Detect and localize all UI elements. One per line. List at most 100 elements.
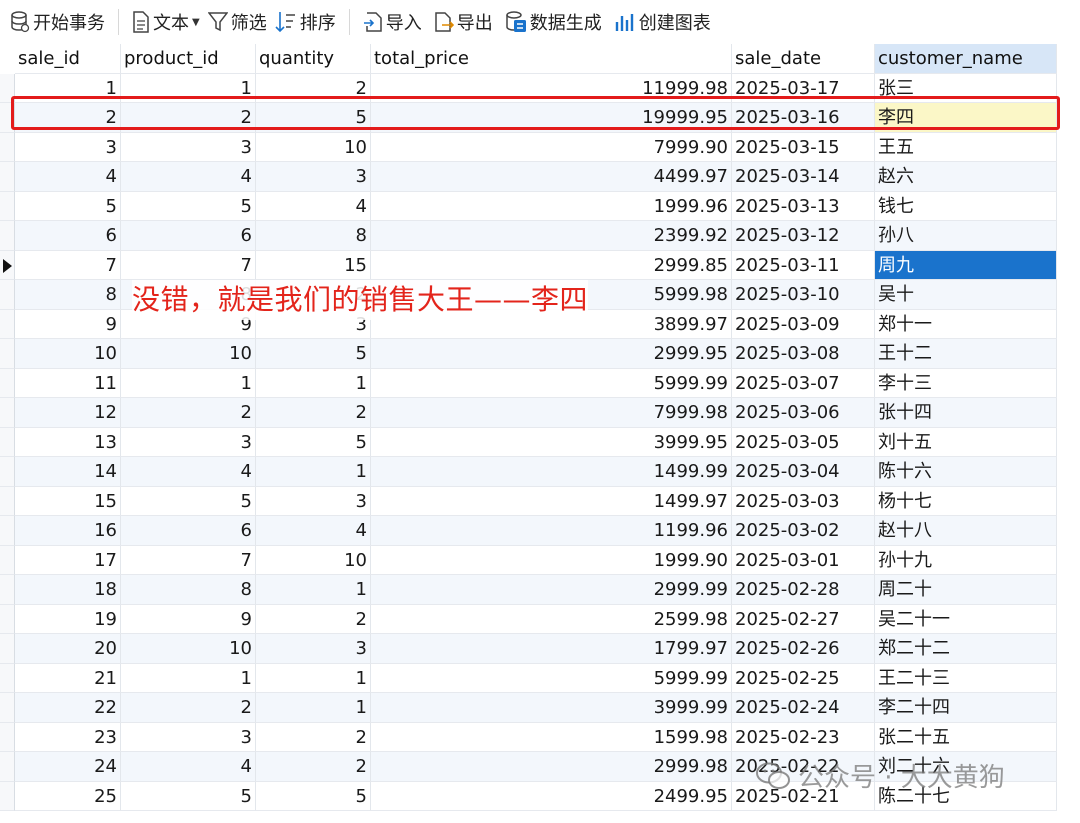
cell-sale-id[interactable]: 3	[15, 132, 121, 162]
cell-product-id[interactable]: 2	[121, 693, 256, 723]
cell-total-price[interactable]: 2599.98	[371, 604, 732, 634]
cell-sale-id[interactable]: 18	[15, 575, 121, 605]
begin-transaction-button[interactable]: 开始事务	[6, 6, 109, 38]
cell-sale-date[interactable]: 2025-02-22	[732, 752, 875, 782]
cell-quantity[interactable]: 1	[256, 457, 371, 487]
cell-product-id[interactable]: 5	[121, 486, 256, 516]
cell-product-id[interactable]: 8	[121, 575, 256, 605]
cell-customer-name[interactable]: 张三	[875, 73, 1057, 103]
cell-total-price[interactable]: 1999.90	[371, 545, 732, 575]
cell-customer-name[interactable]: 郑十一	[875, 309, 1057, 339]
column-header-product-id[interactable]: product_id	[121, 44, 256, 74]
row-selector[interactable]	[0, 132, 15, 162]
import-button[interactable]: 导入	[359, 6, 426, 38]
cell-quantity[interactable]: 1	[256, 693, 371, 723]
export-button[interactable]: 导出	[430, 6, 497, 38]
cell-sale-id[interactable]: 14	[15, 457, 121, 487]
cell-sale-date[interactable]: 2025-02-25	[732, 663, 875, 693]
cell-total-price[interactable]: 1499.99	[371, 457, 732, 487]
cell-sale-id[interactable]: 23	[15, 722, 121, 752]
cell-product-id[interactable]: 5	[121, 191, 256, 221]
cell-sale-id[interactable]: 2	[15, 103, 121, 133]
cell-sale-id[interactable]: 21	[15, 663, 121, 693]
cell-customer-name[interactable]: 孙十九	[875, 545, 1057, 575]
cell-quantity[interactable]: 2	[256, 752, 371, 782]
row-selector[interactable]	[0, 722, 15, 752]
generate-data-button[interactable]: 数据生成	[501, 6, 606, 38]
row-selector[interactable]	[0, 693, 15, 723]
cell-customer-name[interactable]: 陈十六	[875, 457, 1057, 487]
row-selector[interactable]	[0, 545, 15, 575]
cell-quantity[interactable]: 1	[256, 663, 371, 693]
row-selector[interactable]	[0, 457, 15, 487]
cell-sale-id[interactable]: 5	[15, 191, 121, 221]
cell-sale-id[interactable]: 20	[15, 634, 121, 664]
row-selector[interactable]	[0, 634, 15, 664]
cell-sale-id[interactable]: 8	[15, 280, 121, 310]
cell-total-price[interactable]: 3999.99	[371, 693, 732, 723]
row-selector[interactable]	[0, 368, 15, 398]
cell-sale-date[interactable]: 2025-03-09	[732, 309, 875, 339]
cell-sale-date[interactable]: 2025-02-27	[732, 604, 875, 634]
cell-product-id[interactable]: 10	[121, 634, 256, 664]
row-selector[interactable]	[0, 427, 15, 457]
cell-customer-name[interactable]: 吴二十一	[875, 604, 1057, 634]
cell-quantity[interactable]: 2	[256, 604, 371, 634]
cell-sale-id[interactable]: 6	[15, 221, 121, 251]
row-selector[interactable]	[0, 398, 15, 428]
cell-total-price[interactable]: 5999.99	[371, 663, 732, 693]
cell-sale-date[interactable]: 2025-02-21	[732, 781, 875, 811]
cell-total-price[interactable]: 2499.95	[371, 781, 732, 811]
cell-total-price[interactable]: 1999.96	[371, 191, 732, 221]
cell-product-id[interactable]: 1	[121, 663, 256, 693]
cell-sale-date[interactable]: 2025-03-07	[732, 368, 875, 398]
row-selector[interactable]	[0, 280, 15, 310]
cell-sale-id[interactable]: 15	[15, 486, 121, 516]
cell-product-id[interactable]: 4	[121, 457, 256, 487]
cell-customer-name[interactable]: 陈二十七	[875, 781, 1057, 811]
cell-customer-name[interactable]: 王十二	[875, 339, 1057, 369]
cell-customer-name[interactable]: 赵十八	[875, 516, 1057, 546]
row-selector[interactable]	[0, 191, 15, 221]
cell-total-price[interactable]: 2999.95	[371, 339, 732, 369]
cell-customer-name[interactable]: 王五	[875, 132, 1057, 162]
cell-customer-name[interactable]: 王二十三	[875, 663, 1057, 693]
cell-customer-name[interactable]: 李四	[875, 103, 1057, 133]
column-header-customer-name[interactable]: customer_name	[875, 44, 1057, 74]
cell-sale-date[interactable]: 2025-03-15	[732, 132, 875, 162]
cell-total-price[interactable]: 2999.99	[371, 575, 732, 605]
cell-product-id[interactable]: 5	[121, 781, 256, 811]
cell-sale-id[interactable]: 17	[15, 545, 121, 575]
cell-customer-name[interactable]: 孙八	[875, 221, 1057, 251]
cell-product-id[interactable]: 3	[121, 427, 256, 457]
row-selector[interactable]	[0, 604, 15, 634]
column-header-sale-date[interactable]: sale_date	[732, 44, 875, 74]
cell-sale-date[interactable]: 2025-02-28	[732, 575, 875, 605]
cell-total-price[interactable]: 1499.97	[371, 486, 732, 516]
row-selector[interactable]	[0, 575, 15, 605]
row-selector[interactable]	[0, 309, 15, 339]
cell-quantity[interactable]: 2	[256, 722, 371, 752]
cell-quantity[interactable]: 5	[256, 781, 371, 811]
cell-quantity[interactable]: 5	[256, 427, 371, 457]
cell-product-id[interactable]: 2	[121, 103, 256, 133]
cell-product-id[interactable]: 2	[121, 398, 256, 428]
cell-quantity[interactable]: 5	[256, 103, 371, 133]
cell-quantity[interactable]: 1	[256, 368, 371, 398]
cell-sale-id[interactable]: 4	[15, 162, 121, 192]
cell-sale-id[interactable]: 22	[15, 693, 121, 723]
row-selector[interactable]	[0, 250, 15, 280]
cell-quantity[interactable]: 10	[256, 545, 371, 575]
text-view-button[interactable]: 文本 ▼	[128, 6, 204, 38]
cell-sale-date[interactable]: 2025-03-05	[732, 427, 875, 457]
row-selector[interactable]	[0, 752, 15, 782]
cell-customer-name[interactable]: 刘二十六	[875, 752, 1057, 782]
row-selector[interactable]	[0, 339, 15, 369]
cell-quantity[interactable]: 4	[256, 191, 371, 221]
cell-total-price[interactable]: 1199.96	[371, 516, 732, 546]
cell-quantity[interactable]: 2	[256, 73, 371, 103]
cell-customer-name[interactable]: 张二十五	[875, 722, 1057, 752]
cell-total-price[interactable]: 1599.98	[371, 722, 732, 752]
cell-product-id[interactable]: 3	[121, 722, 256, 752]
row-selector[interactable]	[0, 73, 15, 103]
